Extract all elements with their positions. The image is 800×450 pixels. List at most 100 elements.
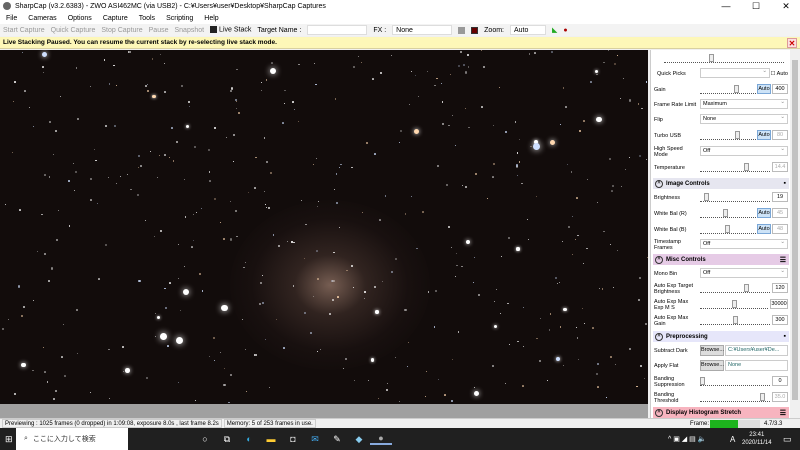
menu-file[interactable]: File [6,15,17,22]
star [335,202,338,204]
panel-scrollbar[interactable] [790,50,800,418]
cortana-icon[interactable]: ○ [194,434,216,444]
wb-blue-slider[interactable] [700,225,764,234]
close-button[interactable]: ✕ [772,0,800,12]
mono-bin-select[interactable]: Off [700,267,788,278]
star [245,391,247,392]
menu-options[interactable]: Options [68,15,92,22]
minimize-button[interactable]: — [712,0,740,12]
star [214,360,216,362]
live-stack-button[interactable]: Live Stack [210,26,251,34]
star [157,176,159,178]
star [145,377,148,380]
histogram-stretch-header[interactable]: ^ Display Histogram Stretch ☰ [653,407,789,418]
clock[interactable]: 23:41 2020/11/14 [742,431,772,447]
subtract-dark-browse-button[interactable]: Browse... [700,345,724,356]
start-capture-button[interactable]: Start Capture [3,27,45,34]
grid-icon[interactable] [458,26,466,34]
banding-suppression-value[interactable]: 0 [772,376,788,386]
frame-rate-select[interactable]: Maximum [700,98,788,109]
banding-threshold-value: 35.0 [772,392,788,402]
star [394,356,396,358]
paint-icon[interactable]: ✎ [326,434,348,445]
star [433,326,436,328]
apply-flat-browse-button[interactable]: Browse... [700,360,724,371]
star [399,142,401,144]
ae-max-gain-value[interactable]: 300 [772,315,788,325]
reticle-icon[interactable] [471,26,479,34]
quick-picks-auto-checkbox[interactable]: ☐ Auto [771,71,788,77]
maximize-button[interactable]: ☐ [742,0,770,12]
wb-blue-auto-button[interactable]: Auto [757,224,771,234]
star [159,54,161,56]
ae-max-exp-slider[interactable] [700,300,768,309]
snapshot-button[interactable]: Snapshot [175,27,205,34]
star [596,73,598,76]
exposure-slider[interactable] [664,54,784,63]
notification-center-icon[interactable]: ▭ [783,434,792,445]
menu-cameras[interactable]: Cameras [28,15,56,22]
notes-icon[interactable]: ◆ [348,434,370,445]
banding-threshold-slider [700,393,770,402]
histogram-icon[interactable]: ◣ [552,26,557,34]
star [219,222,221,223]
task-view-icon[interactable]: ⧉ [216,434,238,445]
star [641,107,643,110]
image-controls-header[interactable]: ^ Image Controls ▪ [653,178,789,189]
zoom-select[interactable]: Auto [510,25,546,35]
camera-preview[interactable] [0,50,648,404]
edge-icon[interactable]: ◐ [238,434,260,444]
wb-red-auto-button[interactable]: Auto [757,208,771,218]
close-notification-icon[interactable]: ✕ [787,38,797,48]
ae-target-slider[interactable] [700,284,770,293]
turbo-usb-auto-button[interactable]: Auto [757,130,771,140]
windows-start-icon[interactable]: ⊞ [5,434,13,445]
stop-capture-button[interactable]: Stop Capture [101,27,142,34]
ae-max-gain-slider[interactable] [700,316,770,325]
menu-help[interactable]: Help [204,15,218,22]
fx-select[interactable]: None [392,25,453,35]
system-tray-icons[interactable]: ^ ▣ ◢ ▤ 🔈 [668,435,706,443]
brightness-value[interactable]: 19 [772,192,788,202]
wb-blue-value[interactable]: 48 [772,224,788,234]
ime-indicator[interactable]: A [730,435,735,444]
mail-icon[interactable]: ✉ [304,434,326,445]
misc-controls-header[interactable]: ^ Misc Controls ☰ [653,254,789,265]
menu-tools[interactable]: Tools [139,15,155,22]
menu-scripting[interactable]: Scripting [166,15,193,22]
turbo-usb-value[interactable]: 80 [772,130,788,140]
flip-select[interactable]: None [700,113,788,124]
turbo-usb-slider[interactable] [700,131,764,140]
gain-auto-button[interactable]: Auto [757,84,771,94]
star [229,238,233,241]
ae-max-exp-value[interactable]: 30000 [770,299,788,309]
ae-target-label: Auto Exp Target Brightness [654,283,694,295]
color-picker-icon[interactable]: ● [563,27,567,34]
quick-capture-button[interactable]: Quick Capture [51,27,96,34]
gain-slider[interactable] [700,85,764,94]
star [616,249,618,251]
wb-red-value[interactable]: 45 [772,208,788,218]
quick-picks-select[interactable] [700,67,770,78]
banding-suppression-slider[interactable] [700,377,770,386]
wb-red-slider[interactable] [700,209,764,218]
store-icon[interactable]: ◘ [282,434,304,444]
apply-flat-select[interactable]: None [725,360,788,371]
star [187,101,190,104]
menu-capture[interactable]: Capture [103,15,128,22]
star [42,66,44,68]
taskbar-search[interactable]: ⌕ ここに入力して検索 [16,428,128,450]
notification-bar: Live Stacking Paused. You can resume the… [0,37,800,49]
target-name-input[interactable] [307,25,368,35]
preprocessing-header[interactable]: ^ Preprocessing ▪ [653,331,789,342]
ae-target-value[interactable]: 120 [772,283,788,293]
pause-button[interactable]: Pause [149,27,169,34]
apply-flat-label: Apply Flat [654,363,679,369]
subtract-dark-select[interactable]: C:¥Users¥user¥De... [725,345,788,356]
timestamp-select[interactable]: Off [700,238,788,249]
high-speed-select[interactable]: Off [700,145,788,156]
sharpcap-taskbar-icon[interactable]: ● [370,433,392,445]
brightness-slider[interactable] [700,193,770,202]
file-explorer-icon[interactable]: ▬ [260,434,282,444]
gain-value[interactable]: 400 [772,84,788,94]
